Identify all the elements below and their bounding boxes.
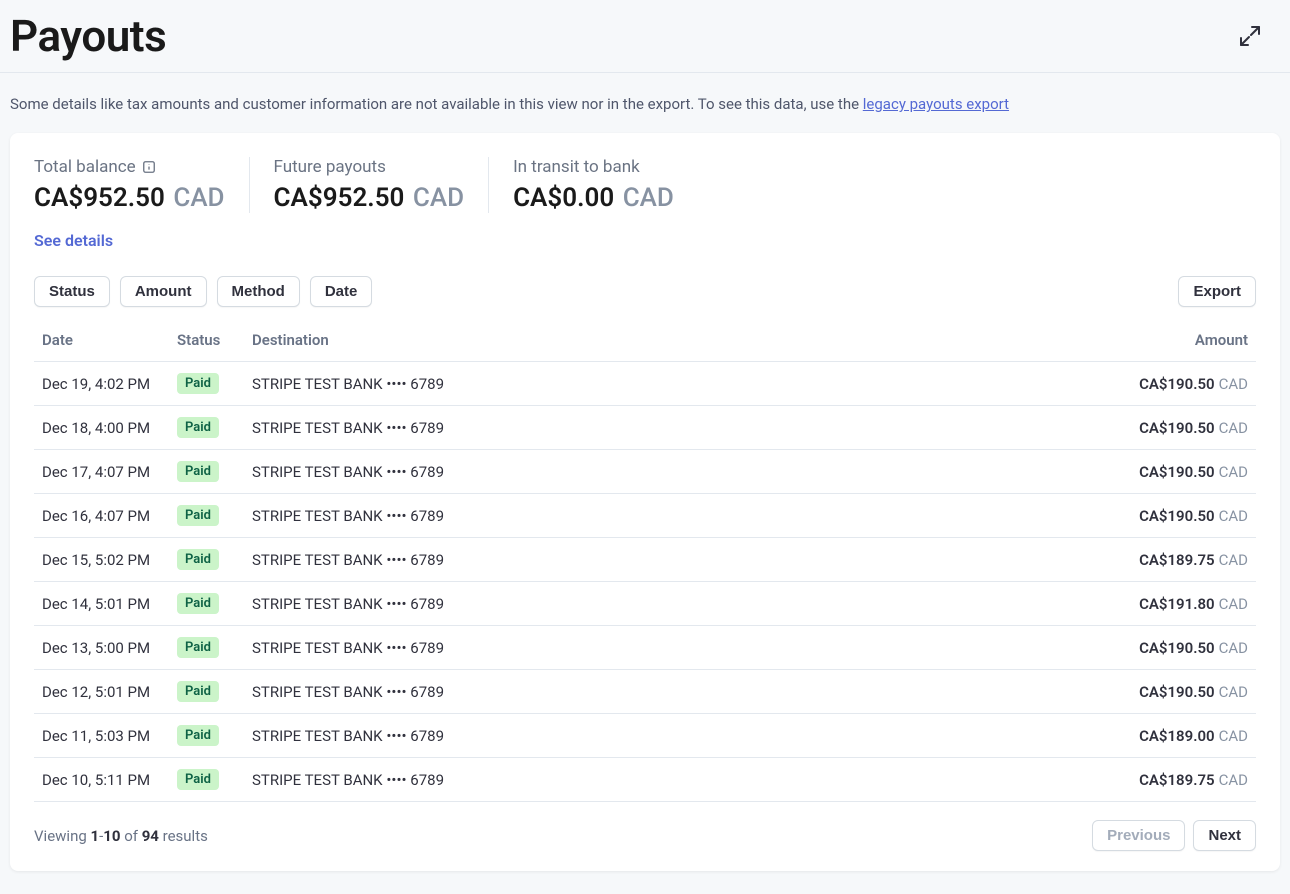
table-row[interactable]: Dec 16, 4:07 PM Paid STRIPE TEST BANK ••••… [34,494,1256,538]
status-badge: Paid [177,637,219,658]
cell-date: Dec 13, 5:00 PM [34,626,169,670]
future-payouts-value: CA$952.50 [274,183,405,213]
table-row[interactable]: Dec 10, 5:11 PM Paid STRIPE TEST BANK ••••… [34,758,1256,802]
col-status: Status [169,319,244,362]
cell-status: Paid [169,582,244,626]
payouts-table: Date Status Destination Amount Dec 19, 4… [34,319,1256,802]
table-row[interactable]: Dec 11, 5:03 PM Paid STRIPE TEST BANK ••••… [34,714,1256,758]
table-row[interactable]: Dec 18, 4:00 PM Paid STRIPE TEST BANK ••••… [34,406,1256,450]
cell-status: Paid [169,362,244,406]
filter-amount-button[interactable]: Amount [120,276,207,307]
export-button[interactable]: Export [1178,276,1256,307]
status-badge: Paid [177,681,219,702]
expand-icon[interactable] [1238,24,1262,48]
in-transit-currency: CAD [623,183,674,213]
summary-in-transit: In transit to bank CA$0.00 CAD [488,157,698,213]
cell-status: Paid [169,626,244,670]
status-badge: Paid [177,505,219,526]
cell-status: Paid [169,406,244,450]
total-balance-label: Total balance [34,157,136,177]
page-title: Payouts [10,10,166,62]
cell-status: Paid [169,714,244,758]
table-row[interactable]: Dec 17, 4:07 PM Paid STRIPE TEST BANK ••••… [34,450,1256,494]
status-badge: Paid [177,725,219,746]
status-badge: Paid [177,373,219,394]
previous-button[interactable]: Previous [1092,820,1185,851]
cell-destination: STRIPE TEST BANK •••• 6789 [244,362,1056,406]
cell-date: Dec 16, 4:07 PM [34,494,169,538]
future-payouts-label: Future payouts [274,157,386,177]
cell-status: Paid [169,758,244,802]
summary-total-balance: Total balance CA$952.50 CAD [34,157,249,213]
status-badge: Paid [177,417,219,438]
table-row[interactable]: Dec 15, 5:02 PM Paid STRIPE TEST BANK ••••… [34,538,1256,582]
total-balance-currency: CAD [173,183,224,213]
cell-destination: STRIPE TEST BANK •••• 6789 [244,626,1056,670]
filter-status-button[interactable]: Status [34,276,110,307]
cell-date: Dec 15, 5:02 PM [34,538,169,582]
status-badge: Paid [177,593,219,614]
filter-method-button[interactable]: Method [217,276,300,307]
summary-future-payouts: Future payouts CA$952.50 CAD [249,157,489,213]
cell-destination: STRIPE TEST BANK •••• 6789 [244,714,1056,758]
info-square-icon[interactable] [142,160,156,174]
cell-date: Dec 19, 4:02 PM [34,362,169,406]
total-balance-value: CA$952.50 [34,183,165,213]
cell-destination: STRIPE TEST BANK •••• 6789 [244,406,1056,450]
cell-amount: CA$191.80CAD [1056,582,1256,626]
cell-amount: CA$189.75CAD [1056,538,1256,582]
table-row[interactable]: Dec 13, 5:00 PM Paid STRIPE TEST BANK ••••… [34,626,1256,670]
future-payouts-currency: CAD [413,183,464,213]
cell-amount: CA$190.50CAD [1056,406,1256,450]
cell-status: Paid [169,670,244,714]
cell-status: Paid [169,494,244,538]
in-transit-label: In transit to bank [513,157,640,177]
col-destination: Destination [244,319,1056,362]
result-count: Viewing 1-10 of 94 results [34,827,208,845]
cell-amount: CA$190.50CAD [1056,450,1256,494]
col-amount: Amount [1056,319,1256,362]
in-transit-value: CA$0.00 [513,183,614,213]
cell-destination: STRIPE TEST BANK •••• 6789 [244,494,1056,538]
banner-text: Some details like tax amounts and custom… [10,95,863,113]
table-row[interactable]: Dec 14, 5:01 PM Paid STRIPE TEST BANK ••••… [34,582,1256,626]
cell-status: Paid [169,538,244,582]
cell-amount: CA$190.50CAD [1056,494,1256,538]
cell-date: Dec 11, 5:03 PM [34,714,169,758]
cell-destination: STRIPE TEST BANK •••• 6789 [244,758,1056,802]
cell-status: Paid [169,450,244,494]
cell-amount: CA$189.00CAD [1056,714,1256,758]
cell-date: Dec 14, 5:01 PM [34,582,169,626]
cell-amount: CA$190.50CAD [1056,626,1256,670]
cell-destination: STRIPE TEST BANK •••• 6789 [244,450,1056,494]
cell-destination: STRIPE TEST BANK •••• 6789 [244,538,1056,582]
cell-date: Dec 10, 5:11 PM [34,758,169,802]
cell-destination: STRIPE TEST BANK •••• 6789 [244,582,1056,626]
status-badge: Paid [177,461,219,482]
cell-date: Dec 18, 4:00 PM [34,406,169,450]
filter-date-button[interactable]: Date [310,276,373,307]
cell-date: Dec 12, 5:01 PM [34,670,169,714]
table-row[interactable]: Dec 19, 4:02 PM Paid STRIPE TEST BANK ••••… [34,362,1256,406]
cell-amount: CA$190.50CAD [1056,362,1256,406]
status-badge: Paid [177,769,219,790]
col-date: Date [34,319,169,362]
legacy-export-link[interactable]: legacy payouts export [863,95,1009,113]
see-details-link[interactable]: See details [34,231,113,250]
cell-amount: CA$189.75CAD [1056,758,1256,802]
cell-amount: CA$190.50CAD [1056,670,1256,714]
cell-date: Dec 17, 4:07 PM [34,450,169,494]
info-banner: Some details like tax amounts and custom… [0,73,1290,113]
cell-destination: STRIPE TEST BANK •••• 6789 [244,670,1056,714]
table-row[interactable]: Dec 12, 5:01 PM Paid STRIPE TEST BANK ••••… [34,670,1256,714]
next-button[interactable]: Next [1193,820,1256,851]
status-badge: Paid [177,549,219,570]
